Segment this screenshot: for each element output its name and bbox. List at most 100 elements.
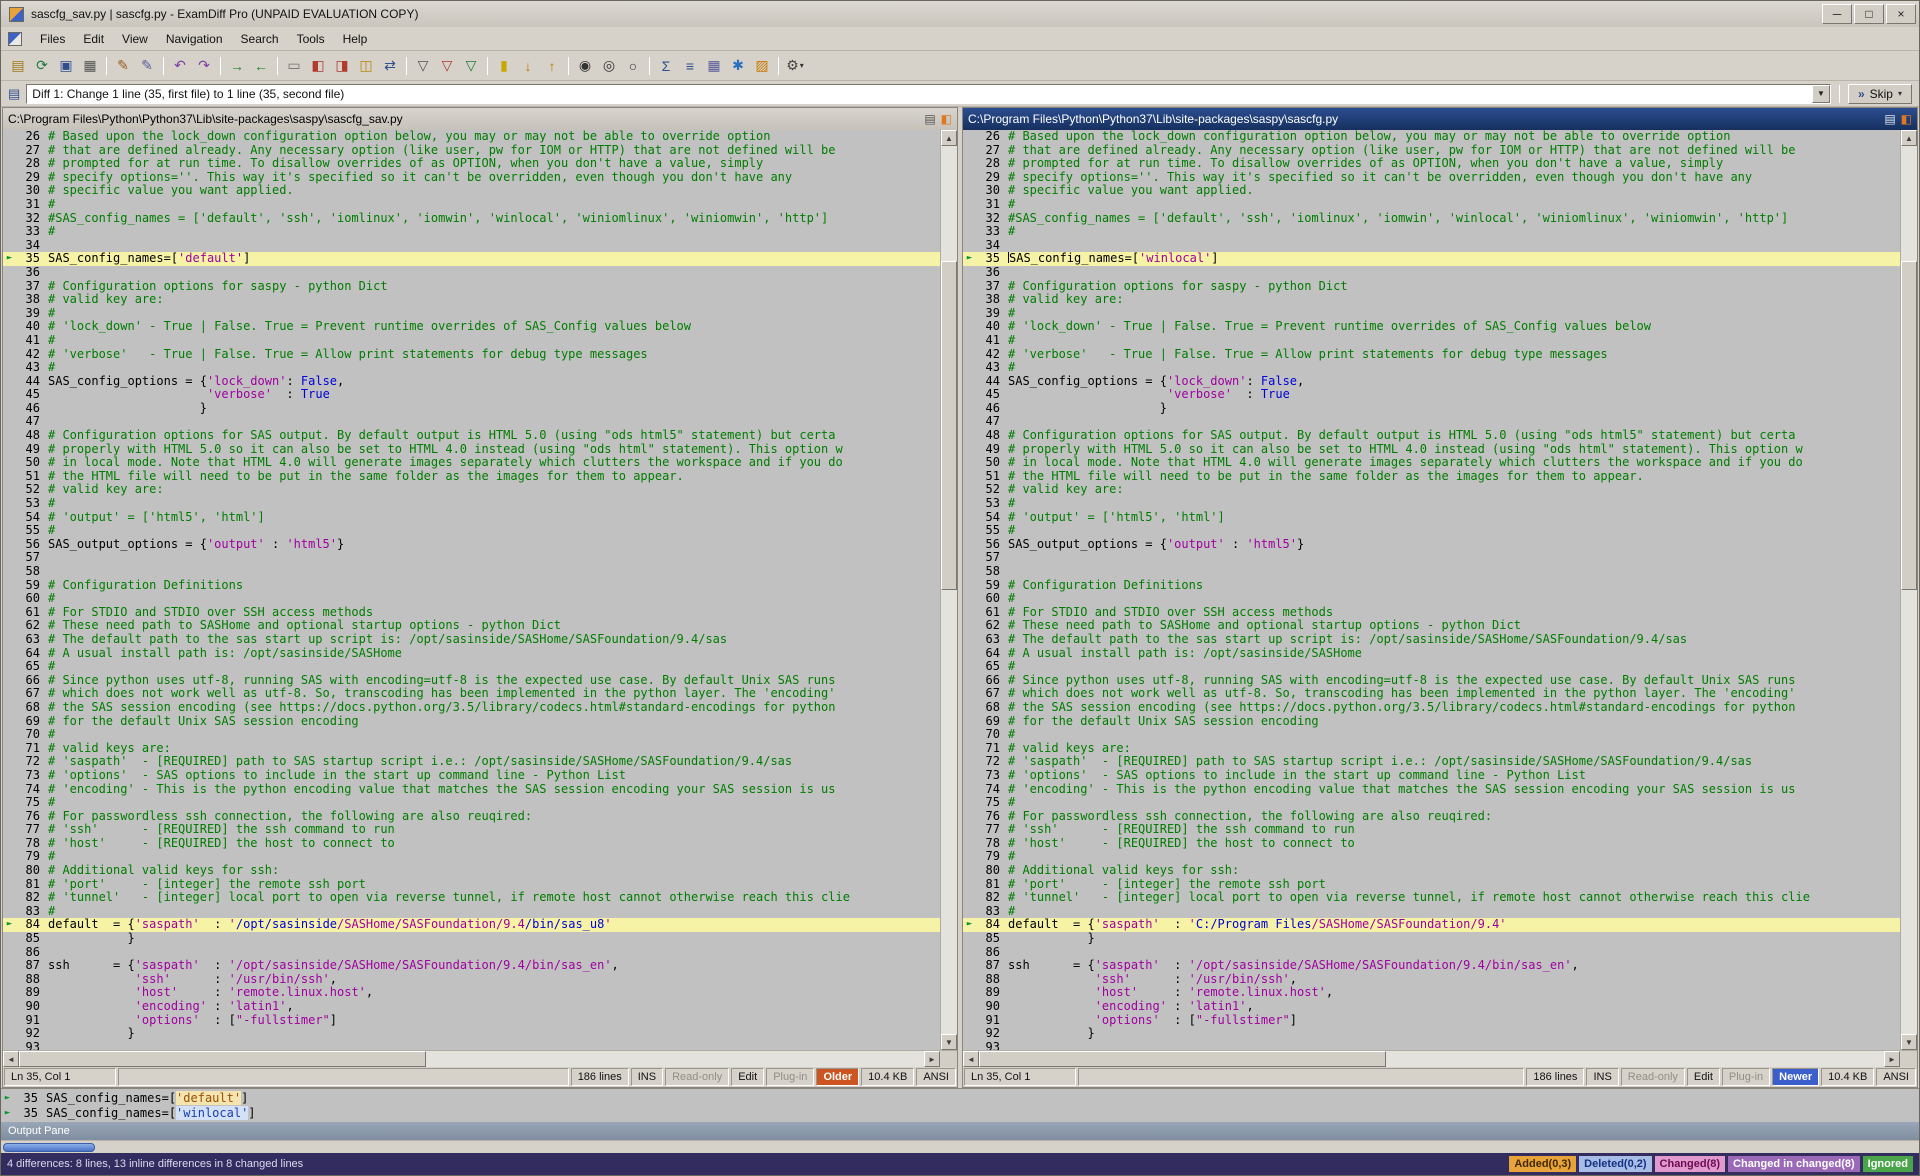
code-line-88[interactable]: 88 'ssh' : '/usr/bin/ssh', xyxy=(3,973,940,987)
code-line-55[interactable]: 55# xyxy=(3,524,940,538)
code-line-51[interactable]: 51# the HTML file will need to be put in… xyxy=(963,470,1900,484)
menu-files[interactable]: Files xyxy=(31,29,74,49)
code-line-72[interactable]: 72# 'saspath' - [REQUIRED] path to SAS s… xyxy=(963,755,1900,769)
code-line-59[interactable]: 59# Configuration Definitions xyxy=(963,579,1900,593)
code-line-27[interactable]: 27# that are defined already. Any necess… xyxy=(3,144,940,158)
code-line-78[interactable]: 78# 'host' - [REQUIRED] the host to conn… xyxy=(3,837,940,851)
scrollbar-track[interactable] xyxy=(1901,146,1917,1034)
output-pane-scrollbar[interactable] xyxy=(1,1140,1919,1153)
highlight-inline-diffs-button[interactable]: ▮ xyxy=(492,54,516,77)
code-line-48[interactable]: 48# Configuration options for SAS output… xyxy=(3,429,940,443)
scrollbar-thumb[interactable] xyxy=(941,261,957,590)
code-line-91[interactable]: 91 'options' : ["-fullstimer"] xyxy=(963,1014,1900,1028)
code-line-44[interactable]: 44SAS_config_options = {'lock_down': Fal… xyxy=(3,375,940,389)
code-line-31[interactable]: 31# xyxy=(3,198,940,212)
menu-tools[interactable]: Tools xyxy=(288,29,334,49)
sync-files-button[interactable]: ✱ xyxy=(726,54,750,77)
code-line-35[interactable]: ►35SAS_config_names=['winlocal'] xyxy=(963,252,1900,266)
code-line-92[interactable]: 92 } xyxy=(963,1027,1900,1041)
code-line-65[interactable]: 65# xyxy=(963,660,1900,674)
code-line-53[interactable]: 53# xyxy=(3,497,940,511)
menu-navigation[interactable]: Navigation xyxy=(157,29,232,49)
code-line-74[interactable]: 74# 'encoding' - This is the python enco… xyxy=(963,783,1900,797)
code-line-83[interactable]: 83# xyxy=(3,905,940,919)
plugins-button[interactable]: ▨ xyxy=(750,54,774,77)
code-line-60[interactable]: 60# xyxy=(3,592,940,606)
code-line-39[interactable]: 39# xyxy=(3,307,940,321)
code-line-61[interactable]: 61# For STDIO and STDIO over SSH access … xyxy=(963,606,1900,620)
code-line-49[interactable]: 49# properly with HTML 5.0 so it can als… xyxy=(3,443,940,457)
left-code-area[interactable]: 26# Based upon the lock_down configurati… xyxy=(3,130,940,1050)
print-button[interactable]: ▦ xyxy=(78,54,102,77)
code-line-33[interactable]: 33# xyxy=(3,225,940,239)
code-line-77[interactable]: 77# 'ssh' - [REQUIRED] the ssh command t… xyxy=(963,823,1900,837)
output-diff-row[interactable]: ►35SAS_config_names=['winlocal'] xyxy=(1,1106,1919,1121)
open-compare-button[interactable]: ▤ xyxy=(6,54,30,77)
code-line-50[interactable]: 50# in local mode. Note that HTML 4.0 wi… xyxy=(963,456,1900,470)
code-line-30[interactable]: 30# specific value you want applied. xyxy=(3,184,940,198)
code-line-68[interactable]: 68# the SAS session encoding (see https:… xyxy=(3,701,940,715)
code-line-93[interactable]: 93 xyxy=(3,1041,940,1050)
code-line-28[interactable]: 28# prompted for at run time. To disallo… xyxy=(963,157,1900,171)
code-line-81[interactable]: 81# 'port' - [integer] the remote ssh po… xyxy=(963,878,1900,892)
code-line-79[interactable]: 79# xyxy=(963,850,1900,864)
code-line-59[interactable]: 59# Configuration Definitions xyxy=(3,579,940,593)
code-line-54[interactable]: 54# 'output' = ['html5', 'html'] xyxy=(3,511,940,525)
code-line-43[interactable]: 43# xyxy=(3,361,940,375)
code-line-42[interactable]: 42# 'verbose' - True | False. True = All… xyxy=(3,348,940,362)
scrollbar-thumb[interactable] xyxy=(3,1143,95,1152)
code-line-66[interactable]: 66# Since python uses utf-8, running SAS… xyxy=(963,674,1900,688)
code-line-40[interactable]: 40# 'lock_down' - True | False. True = P… xyxy=(963,320,1900,334)
code-line-87[interactable]: 87ssh = {'saspath' : '/opt/sasinside/SAS… xyxy=(963,959,1900,973)
current-diff-combobox[interactable]: Diff 1: Change 1 line (35, first file) t… xyxy=(26,84,1831,104)
code-line-48[interactable]: 48# Configuration options for SAS output… xyxy=(963,429,1900,443)
code-line-73[interactable]: 73# 'options' - SAS options to include i… xyxy=(3,769,940,783)
code-line-80[interactable]: 80# Additional valid keys for ssh: xyxy=(3,864,940,878)
code-line-60[interactable]: 60# xyxy=(963,592,1900,606)
code-line-62[interactable]: 62# These need path to SASHome and optio… xyxy=(3,619,940,633)
next-inline-diff-button[interactable]: ↓ xyxy=(516,54,540,77)
show-identical-button[interactable]: ▭ xyxy=(282,54,306,77)
code-line-90[interactable]: 90 'encoding' : 'latin1', xyxy=(963,1000,1900,1014)
code-line-82[interactable]: 82# 'tunnel' - [integer] local port to o… xyxy=(963,891,1900,905)
code-line-64[interactable]: 64# A usual install path is: /opt/sasins… xyxy=(963,647,1900,661)
find-previous-button[interactable]: ○ xyxy=(621,54,645,77)
edit-second-file-button[interactable]: ✎ xyxy=(135,54,159,77)
code-line-69[interactable]: 69# for the default Unix SAS session enc… xyxy=(963,715,1900,729)
code-line-61[interactable]: 61# For STDIO and STDIO over SSH access … xyxy=(3,606,940,620)
show-left-only-button[interactable]: ◧ xyxy=(306,54,330,77)
code-line-80[interactable]: 80# Additional valid keys for ssh: xyxy=(963,864,1900,878)
code-line-62[interactable]: 62# These need path to SASHome and optio… xyxy=(963,619,1900,633)
scrollbar-track[interactable] xyxy=(979,1051,1884,1067)
code-line-40[interactable]: 40# 'lock_down' - True | False. True = P… xyxy=(3,320,940,334)
recompare-button[interactable]: ⟳ xyxy=(30,54,54,77)
code-line-41[interactable]: 41# xyxy=(3,334,940,348)
code-line-30[interactable]: 30# specific value you want applied. xyxy=(963,184,1900,198)
code-line-63[interactable]: 63# The default path to the sas start up… xyxy=(3,633,940,647)
code-line-75[interactable]: 75# xyxy=(963,796,1900,810)
code-line-31[interactable]: 31# xyxy=(963,198,1900,212)
maximize-button[interactable]: □ xyxy=(1854,4,1884,24)
menu-help[interactable]: Help xyxy=(334,29,377,49)
code-line-57[interactable]: 57 xyxy=(3,551,940,565)
code-line-72[interactable]: 72# 'saspath' - [REQUIRED] path to SAS s… xyxy=(3,755,940,769)
right-vertical-scrollbar[interactable]: ▲ ▼ xyxy=(1900,130,1917,1050)
code-line-63[interactable]: 63# The default path to the sas start up… xyxy=(963,633,1900,647)
code-line-47[interactable]: 47 xyxy=(3,415,940,429)
code-line-67[interactable]: 67# which does not work well as utf-8. S… xyxy=(3,687,940,701)
code-line-36[interactable]: 36 xyxy=(963,266,1900,280)
code-line-82[interactable]: 82# 'tunnel' - [integer] local port to o… xyxy=(3,891,940,905)
code-line-69[interactable]: 69# for the default Unix SAS session enc… xyxy=(3,715,940,729)
scroll-down-icon[interactable]: ▼ xyxy=(941,1034,957,1050)
code-line-92[interactable]: 92 } xyxy=(3,1027,940,1041)
code-line-56[interactable]: 56SAS_output_options = {'output' : 'html… xyxy=(963,538,1900,552)
redo-button[interactable]: ↷ xyxy=(192,54,216,77)
code-line-46[interactable]: 46 } xyxy=(963,402,1900,416)
code-line-78[interactable]: 78# 'host' - [REQUIRED] the host to conn… xyxy=(963,837,1900,851)
code-line-89[interactable]: 89 'host' : 'remote.linux.host', xyxy=(3,986,940,1000)
code-line-84[interactable]: ►84default = {'saspath' : '/opt/sasinsid… xyxy=(3,918,940,932)
statistics-button[interactable]: Σ xyxy=(654,54,678,77)
scrollbar-track[interactable] xyxy=(941,146,957,1034)
undo-button[interactable]: ↶ xyxy=(168,54,192,77)
name-filter-button[interactable]: ▽ xyxy=(411,54,435,77)
